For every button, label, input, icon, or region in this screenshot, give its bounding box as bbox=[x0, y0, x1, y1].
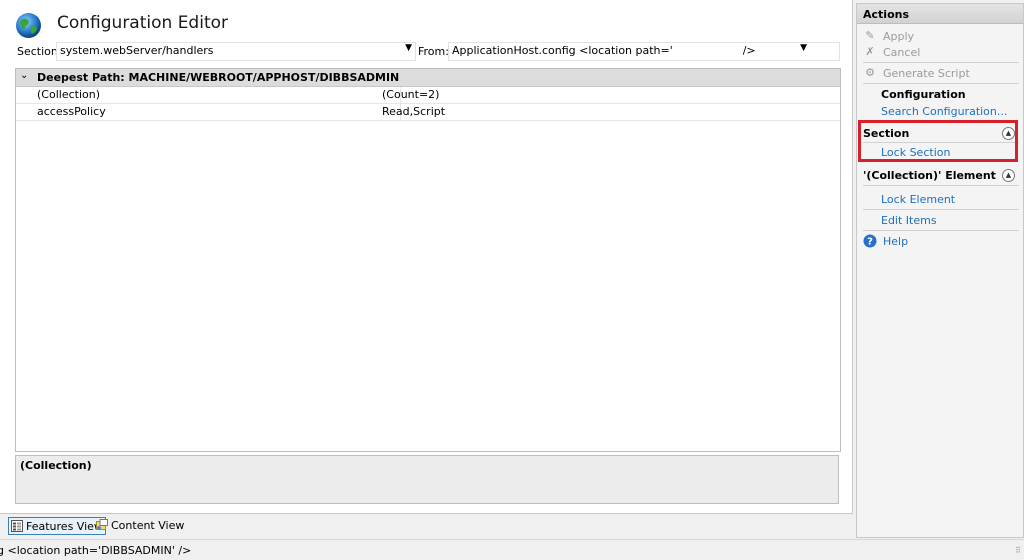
property-grid: ⌄ Deepest Path: MACHINE/WEBROOT/APPHOST/… bbox=[15, 68, 841, 452]
globe-icon bbox=[16, 13, 41, 38]
help-icon: ? bbox=[863, 234, 877, 248]
help-button[interactable]: ? Help bbox=[863, 233, 908, 249]
tab-content-view-label: Content View bbox=[111, 518, 185, 532]
actions-header: Actions bbox=[857, 4, 1023, 24]
tab-features-view-label: Features View bbox=[26, 519, 103, 533]
help-label: Help bbox=[883, 234, 909, 248]
generate-script-label: Generate Script bbox=[883, 66, 970, 80]
actions-title: Actions bbox=[863, 8, 909, 21]
from-label: From: bbox=[418, 45, 449, 58]
actions-pane: Actions ✎ Apply ✗ Cancel ⚙ Generate Scri… bbox=[856, 3, 1024, 538]
table-row[interactable]: accessPolicy Read,Script bbox=[16, 104, 840, 121]
resize-grip-icon[interactable]: ⠿ bbox=[1015, 546, 1021, 555]
cancel-icon: ✗ bbox=[865, 45, 875, 58]
apply-icon: ✎ bbox=[865, 29, 875, 42]
chevron-down-icon[interactable]: ⌄ bbox=[20, 70, 28, 81]
dropdown-arrow-icon[interactable]: ▼ bbox=[405, 43, 412, 53]
cancel-button[interactable]: ✗ Cancel bbox=[863, 44, 920, 60]
view-tabs: Features View Content View bbox=[0, 515, 852, 537]
section-highlight-box bbox=[858, 120, 1018, 162]
section-dropdown[interactable]: system.webServer/handlers ▼ bbox=[56, 42, 416, 61]
configuration-heading: Configuration bbox=[881, 88, 966, 101]
main-panel: Configuration Editor Section: system.web… bbox=[0, 0, 853, 514]
deepest-path-label: Deepest Path: MACHINE/WEBROOT/APPHOST/DI… bbox=[37, 71, 400, 84]
cancel-label: Cancel bbox=[883, 45, 921, 59]
property-value[interactable]: Read,Script bbox=[382, 104, 445, 120]
generate-script-button[interactable]: ⚙ Generate Script bbox=[863, 65, 970, 81]
divider bbox=[863, 83, 1019, 84]
script-icon: ⚙ bbox=[865, 66, 875, 79]
table-row[interactable]: (Collection) (Count=2) bbox=[16, 87, 840, 104]
collapse-element-icon[interactable]: ▲ bbox=[1002, 169, 1015, 182]
section-value: system.webServer/handlers bbox=[60, 44, 214, 57]
content-view-icon bbox=[96, 519, 108, 530]
property-value[interactable]: (Count=2) bbox=[382, 87, 439, 103]
search-configuration-link[interactable]: Search Configuration... bbox=[881, 105, 1007, 118]
property-name: (Collection) bbox=[16, 87, 401, 103]
lock-element-link[interactable]: Lock Element bbox=[881, 193, 955, 206]
edit-items-link[interactable]: Edit Items bbox=[881, 214, 937, 227]
divider bbox=[863, 185, 1019, 186]
description-panel: (Collection) bbox=[15, 455, 839, 504]
property-name: accessPolicy bbox=[16, 104, 401, 120]
features-view-icon bbox=[11, 520, 23, 532]
divider bbox=[863, 62, 1019, 63]
divider bbox=[863, 209, 1019, 210]
page-title: Configuration Editor bbox=[57, 13, 229, 33]
tab-content-view[interactable]: Content View bbox=[94, 517, 186, 533]
apply-label: Apply bbox=[883, 29, 915, 43]
tab-features-view[interactable]: Features View bbox=[8, 517, 106, 535]
from-dropdown[interactable]: ApplicationHost.config <location path=' … bbox=[448, 42, 840, 61]
divider bbox=[863, 230, 1019, 231]
description-title: (Collection) bbox=[20, 459, 92, 472]
status-bar: g <location path='DIBBSADMIN' /> ⠿ bbox=[0, 539, 1024, 560]
apply-button[interactable]: ✎ Apply bbox=[863, 28, 914, 44]
from-value: ApplicationHost.config <location path=' … bbox=[452, 44, 756, 57]
svg-text:?: ? bbox=[867, 237, 873, 248]
dropdown-arrow-icon[interactable]: ▼ bbox=[800, 43, 807, 53]
element-group-header: '(Collection)' Element bbox=[863, 169, 996, 182]
grid-path-header[interactable]: ⌄ Deepest Path: MACHINE/WEBROOT/APPHOST/… bbox=[16, 69, 840, 87]
section-label: Section: bbox=[17, 45, 62, 58]
status-text: g <location path='DIBBSADMIN' /> bbox=[0, 544, 192, 557]
